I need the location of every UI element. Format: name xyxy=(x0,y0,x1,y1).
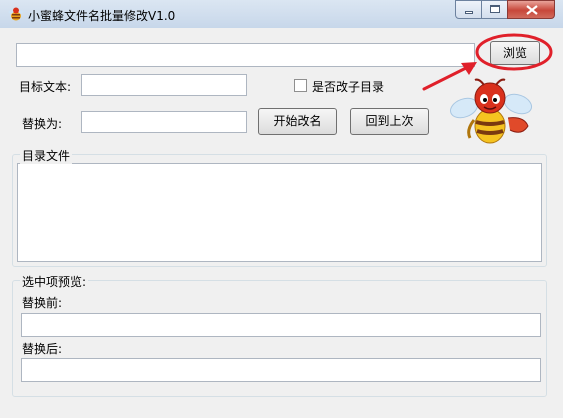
annotation-circle xyxy=(475,33,553,71)
dir-files-list[interactable] xyxy=(17,163,542,262)
dir-files-legend: 目录文件 xyxy=(20,147,73,164)
app-window: 小蜜蜂文件名批量修改V1.0 浏览 目标文本: 是否改子目录 替换为: 开始改名 xyxy=(0,0,563,418)
before-field[interactable] xyxy=(21,313,541,337)
preview-legend: 选中项预览: xyxy=(20,273,89,290)
before-label: 替换前: xyxy=(22,296,63,310)
dir-files-group xyxy=(12,154,547,267)
after-label: 替换后: xyxy=(22,342,63,356)
after-field[interactable] xyxy=(21,358,541,382)
bee-mascot-icon xyxy=(449,78,533,144)
